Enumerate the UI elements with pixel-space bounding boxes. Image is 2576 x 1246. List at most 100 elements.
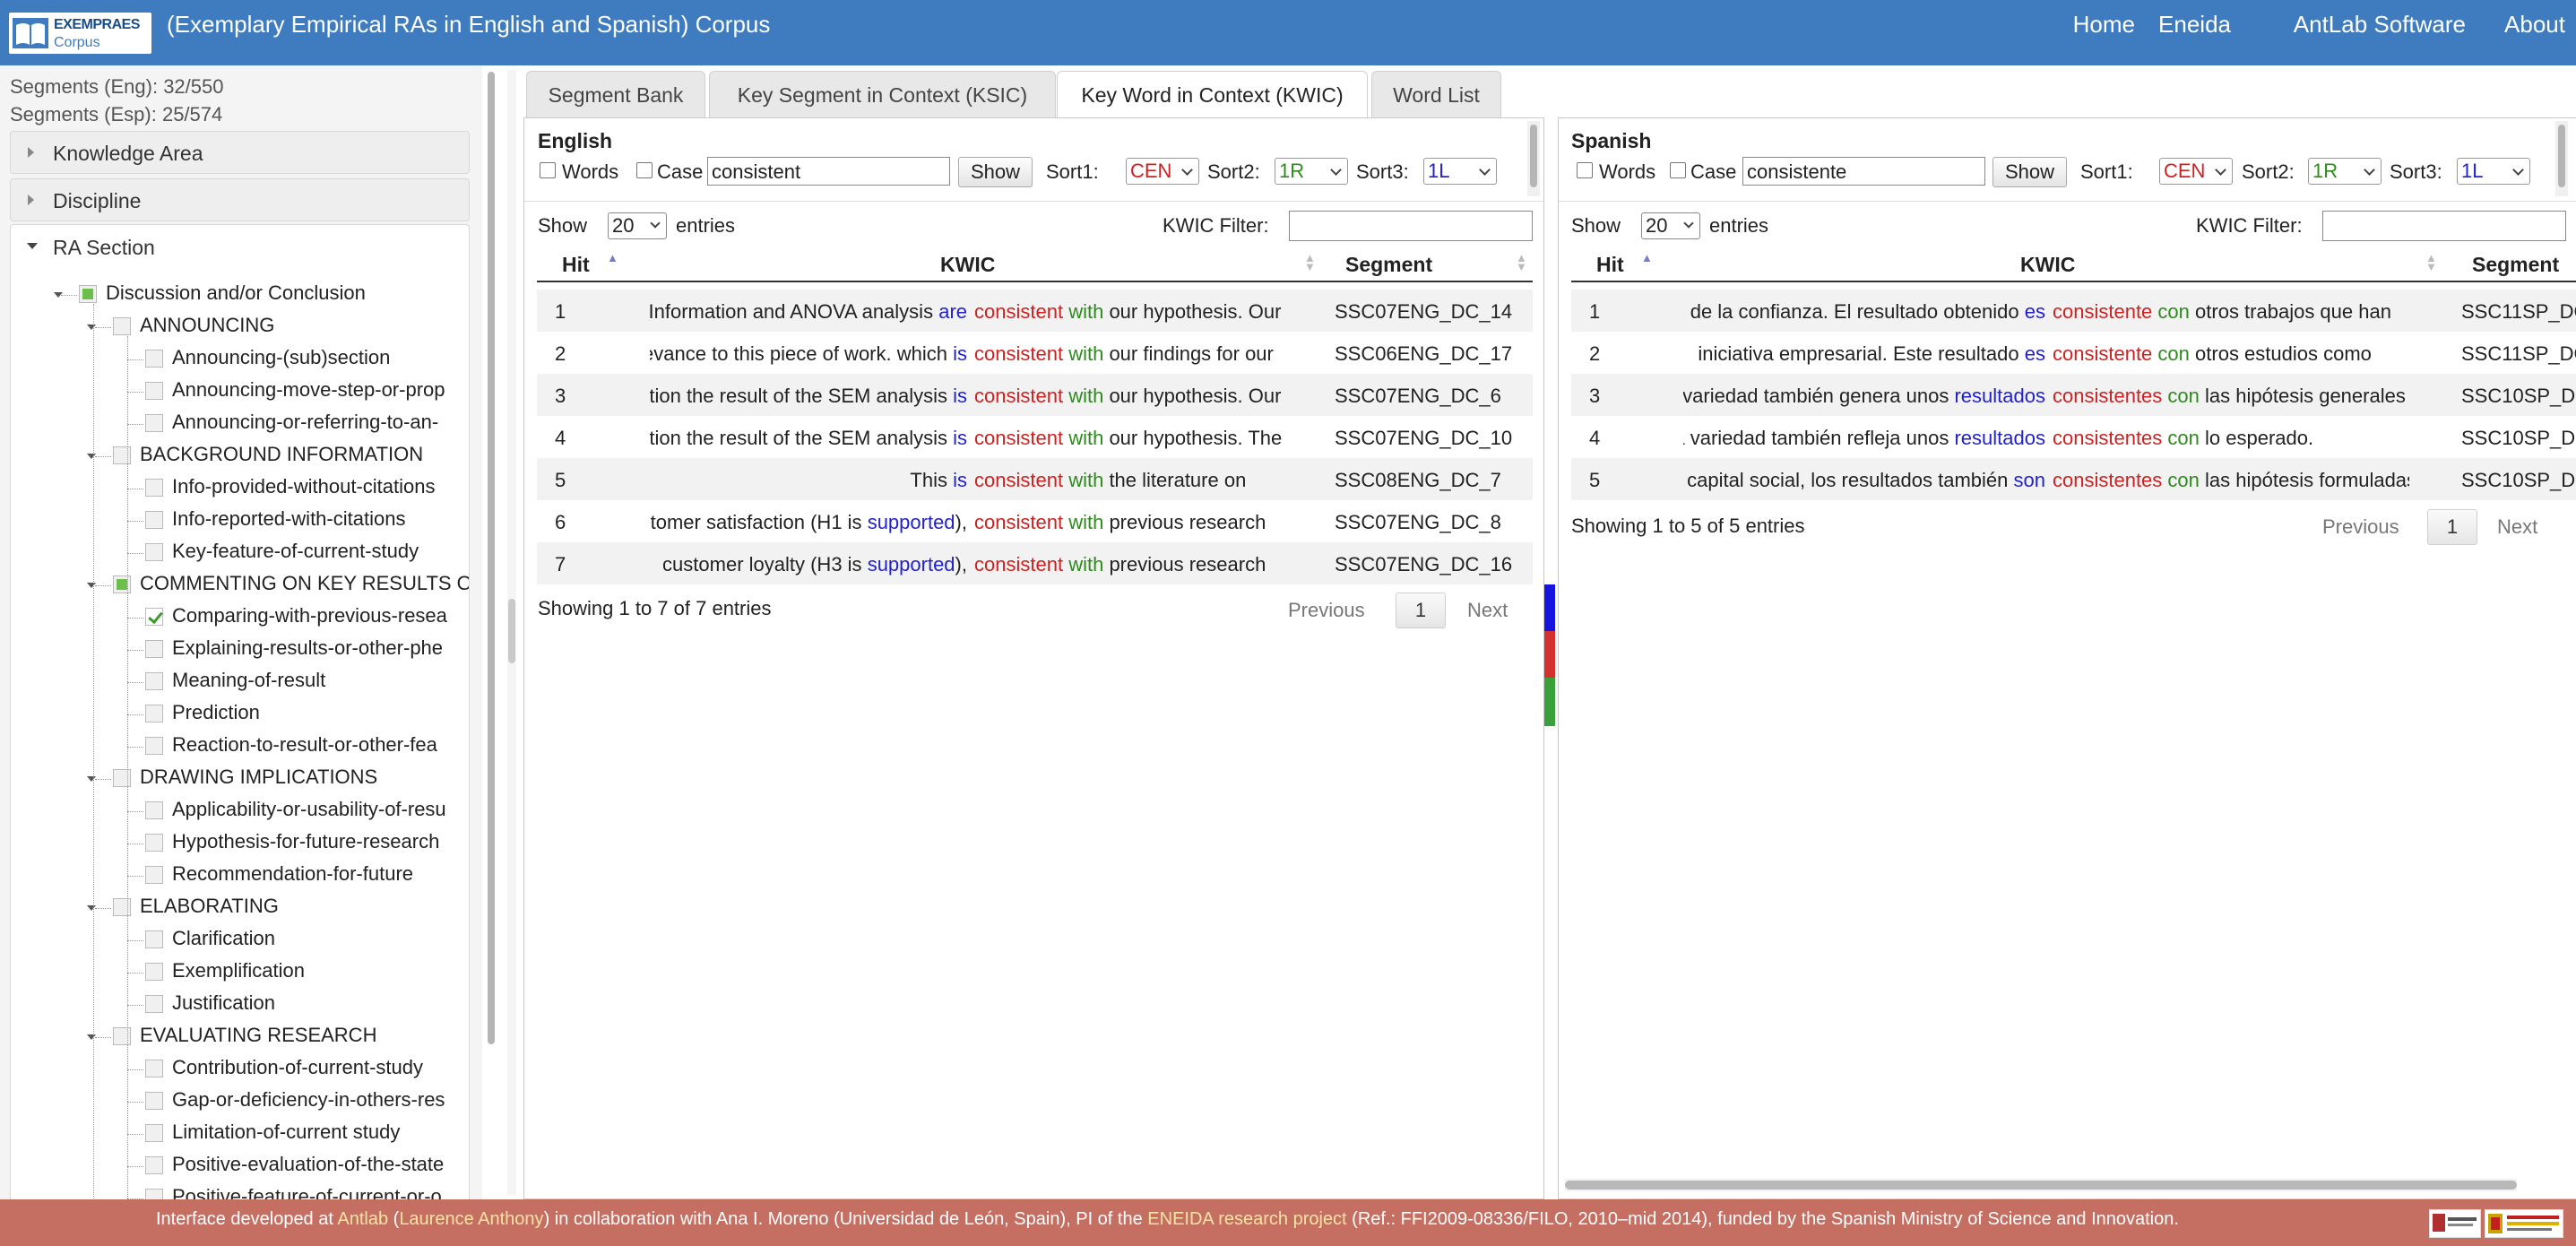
tab-kwic[interactable]: Key Word in Context (KWIC) xyxy=(1057,71,1368,119)
exempraes-logo[interactable]: EXEMPRAES Corpus xyxy=(9,13,151,54)
tab-ksic[interactable]: Key Segment in Context (KSIC) xyxy=(709,71,1056,117)
case-checkbox[interactable] xyxy=(636,162,653,178)
nav-about[interactable]: About xyxy=(2504,11,2565,39)
tab-segment-bank[interactable]: Segment Bank xyxy=(526,71,705,117)
tree-checkbox[interactable] xyxy=(113,575,131,593)
segment-id-link[interactable]: SSC06ENG_DC_17 xyxy=(1335,342,1532,366)
tree-checkbox[interactable] xyxy=(145,1156,163,1174)
words-checkbox[interactable] xyxy=(1577,162,1593,178)
tree-checkbox[interactable] xyxy=(145,930,163,948)
tree-checkbox[interactable] xyxy=(145,995,163,1013)
tree-checkbox[interactable] xyxy=(113,317,131,335)
splitter-handle[interactable] xyxy=(508,599,515,663)
controls-scrollbar[interactable] xyxy=(2555,121,2568,196)
case-checkbox[interactable] xyxy=(1670,162,1686,178)
controls-scrollbar[interactable] xyxy=(1527,121,1540,196)
segment-id-link[interactable]: SSC08ENG_DC_7 xyxy=(1335,469,1532,492)
tree-checkbox[interactable] xyxy=(145,479,163,497)
table-row[interactable]: 4 La variedad también refleja unos result… xyxy=(1571,416,2576,458)
tree-checkbox[interactable] xyxy=(145,834,163,852)
col-kwic[interactable]: KWIC xyxy=(940,253,995,277)
table-row[interactable]: 5 el capital social, los resultados tambi… xyxy=(1571,458,2576,500)
tree-checkbox[interactable] xyxy=(113,446,131,464)
segment-id-link[interactable]: SSC10SP_DC_3 xyxy=(2461,385,2576,408)
tree-checkbox[interactable] xyxy=(145,801,163,819)
table-row[interactable]: 1 de la confianza. El resultado obtenido … xyxy=(1571,290,2576,332)
segment-id-link[interactable]: SSC07ENG_DC_14 xyxy=(1335,300,1532,324)
page-1-button[interactable]: 1 xyxy=(2427,509,2477,545)
previous-button[interactable]: Previous xyxy=(2322,515,2399,539)
page-1-button[interactable]: 1 xyxy=(1396,593,1446,628)
accordion-knowledge-area[interactable]: Knowledge Area xyxy=(10,131,470,174)
sort2-select[interactable]: 1R xyxy=(1275,158,1348,185)
show-button[interactable]: Show xyxy=(1993,157,2067,187)
kwic-filter-input[interactable] xyxy=(1289,211,1533,241)
col-segment[interactable]: Segment xyxy=(1345,253,1432,277)
segment-id-link[interactable]: SSC07ENG_DC_16 xyxy=(1335,553,1532,576)
spanish-horizontal-scrollbar[interactable] xyxy=(1565,1179,2517,1191)
accordion-discipline[interactable]: Discipline xyxy=(10,178,470,221)
tree-checkbox[interactable] xyxy=(145,511,163,529)
keyword-input[interactable]: consistent xyxy=(707,157,950,186)
tree-checkbox[interactable] xyxy=(145,640,163,658)
tree-checkbox[interactable] xyxy=(145,866,163,884)
keyword-input[interactable]: consistente xyxy=(1742,157,1985,186)
segment-id-link[interactable]: SSC07ENG_DC_10 xyxy=(1335,427,1532,450)
scrollbar-thumb[interactable] xyxy=(1565,1181,2517,1190)
tree-checkbox[interactable] xyxy=(145,414,163,432)
panel-splitter[interactable] xyxy=(507,70,516,1195)
segment-id-link[interactable]: SSC11SP_DC_1 xyxy=(2461,300,2576,324)
tree-checkbox[interactable] xyxy=(145,672,163,690)
col-hit[interactable]: Hit xyxy=(1596,253,1624,277)
col-segment[interactable]: Segment xyxy=(2472,253,2559,277)
table-row[interactable]: 4 In addition the result of the SEM analy… xyxy=(537,416,1533,458)
tree-checkbox[interactable] xyxy=(113,1027,131,1045)
scrollbar-thumb[interactable] xyxy=(2558,125,2565,187)
tree-checkbox[interactable] xyxy=(79,285,97,303)
segment-id-link[interactable]: SSC11SP_DC_2 xyxy=(2461,342,2576,366)
next-button[interactable]: Next xyxy=(2497,515,2537,539)
sort3-select[interactable]: 1L xyxy=(1423,158,1497,185)
tree-checkbox[interactable] xyxy=(145,1060,163,1077)
tree-checkbox[interactable] xyxy=(145,705,163,723)
accordion-ra-section[interactable]: RA Section xyxy=(10,224,470,269)
tree-checkbox[interactable] xyxy=(145,382,163,400)
table-row[interactable]: 2 iniciativa empresarial. Este resultado … xyxy=(1571,332,2576,374)
tree-checkbox[interactable] xyxy=(145,1092,163,1110)
words-checkbox[interactable] xyxy=(540,162,556,178)
tree-checkbox[interactable] xyxy=(145,608,163,626)
sort1-select[interactable]: CEN xyxy=(2159,158,2233,185)
show-button[interactable]: Show xyxy=(958,157,1033,187)
nav-antlab-software[interactable]: AntLab Software xyxy=(2294,11,2466,39)
tab-word-list[interactable]: Word List xyxy=(1371,71,1501,117)
entries-select[interactable]: 20 xyxy=(608,212,667,239)
tree-checkbox[interactable] xyxy=(113,898,131,916)
tree-checkbox[interactable] xyxy=(145,737,163,755)
eneida-project-link[interactable]: ENEIDA research project xyxy=(1147,1209,1346,1229)
segment-id-link[interactable]: SSC10SP_DC_4 xyxy=(2461,427,2576,450)
table-row[interactable]: 6 customer satisfaction (H1 is supported)… xyxy=(537,500,1533,542)
antlab-link[interactable]: Antlab xyxy=(337,1209,388,1229)
segment-id-link[interactable]: SSC07ENG_DC_6 xyxy=(1335,385,1532,408)
sort1-select[interactable]: CEN xyxy=(1126,158,1199,185)
sidebar-scrollbar[interactable] xyxy=(485,70,497,1195)
scrollbar-thumb[interactable] xyxy=(1530,125,1537,187)
tree-checkbox[interactable] xyxy=(145,963,163,981)
tree-checkbox[interactable] xyxy=(145,1124,163,1142)
tree-checkbox[interactable] xyxy=(145,543,163,561)
tree-checkbox[interactable] xyxy=(145,1189,163,1199)
table-row[interactable]: 1 Information and ANOVA analysis are consi… xyxy=(537,290,1533,332)
tree-checkbox[interactable] xyxy=(113,769,131,787)
table-row[interactable]: 2 relevance to this piece of work. which … xyxy=(537,332,1533,374)
previous-button[interactable]: Previous xyxy=(1288,599,1365,622)
laurence-anthony-link[interactable]: Laurence Anthony xyxy=(399,1209,543,1229)
table-row[interactable]: 5 This is consistent with the literature o… xyxy=(537,458,1533,500)
table-row[interactable]: 3 In addition the result of the SEM analy… xyxy=(537,374,1533,416)
table-row[interactable]: 7 customer loyalty (H3 is supported), cons… xyxy=(537,542,1533,584)
sort2-select[interactable]: 1R xyxy=(2308,158,2382,185)
col-kwic[interactable]: KWIC xyxy=(2020,253,2075,277)
table-row[interactable]: 3 La variedad también genera unos resulta… xyxy=(1571,374,2576,416)
segment-id-link[interactable]: SSC07ENG_DC_8 xyxy=(1335,511,1532,534)
nav-eneida[interactable]: Eneida xyxy=(2158,11,2231,39)
scrollbar-thumb[interactable] xyxy=(488,72,495,1044)
